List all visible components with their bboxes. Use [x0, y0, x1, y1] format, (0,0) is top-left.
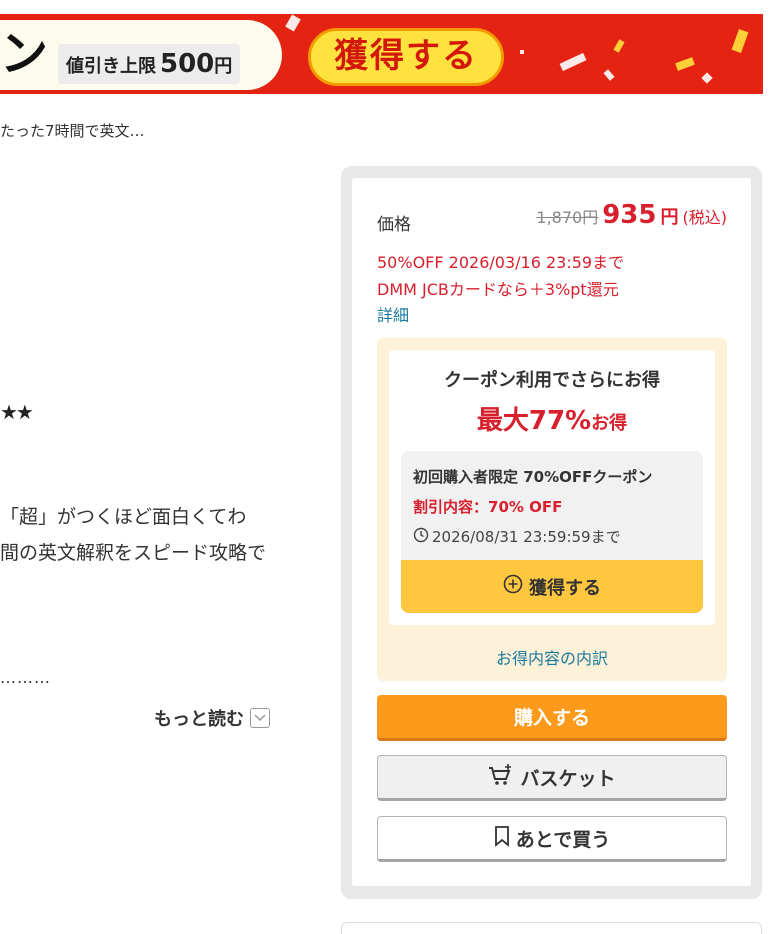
sale-period: 50%OFF 2026/03/16 23:59まで — [377, 253, 625, 272]
card-point-info: DMM JCBカードなら＋3%pt還元 — [377, 280, 619, 299]
breadcrumb[interactable]: たった7時間で英文… — [0, 120, 145, 141]
coupon-card: 初回購入者限定 70%OFFクーポン 割引内容：70% OFF 2026/08/… — [401, 451, 703, 613]
rating-stars: ★★ — [0, 400, 34, 424]
coupon-discount: 割引内容：70% OFF — [413, 498, 563, 516]
confetti-decoration — [520, 50, 524, 54]
banner-limit-amount: 500 — [160, 49, 215, 79]
buy-button[interactable]: 購入する — [377, 695, 727, 741]
description-line: 間の英文解釈をスピード攻略で — [0, 542, 267, 564]
benefit-breakdown-link[interactable]: お得内容の内訳 — [377, 645, 727, 669]
confetti-decoration — [559, 52, 587, 72]
current-price-unit: 円 — [660, 207, 679, 228]
coupon-expiry: 2026/08/31 23:59:59まで — [413, 526, 621, 547]
chevron-down-icon — [250, 708, 270, 728]
price-label: 価格 — [377, 215, 411, 235]
clock-icon — [413, 527, 429, 547]
coupon-name: 初回購入者限定 70%OFFクーポン — [413, 468, 653, 486]
next-panel-edge — [341, 922, 762, 934]
description-ellipsis: ……… — [0, 668, 51, 687]
buy-label: 購入する — [513, 707, 590, 729]
read-more-link[interactable]: もっと読む — [154, 705, 270, 731]
add-to-basket-button[interactable]: バスケット — [377, 755, 727, 801]
banner-left-panel: ン 値引き上限 500 円 — [0, 20, 282, 90]
coupon-max-pct: 最大77% — [476, 406, 592, 436]
banner-limit-badge: 値引き上限 500 円 — [58, 44, 241, 84]
confetti-decoration — [603, 69, 615, 81]
original-price: 1,870円 — [536, 208, 599, 227]
confetti-decoration — [701, 72, 713, 84]
read-more-label: もっと読む — [154, 709, 244, 730]
coupon-get-button[interactable]: 獲得する — [401, 560, 703, 613]
bookmark-icon — [494, 825, 510, 852]
buy-later-label: あとで買う — [515, 828, 611, 851]
coupon-max-suffix: お得 — [591, 413, 628, 434]
basket-label: バスケット — [520, 767, 616, 790]
confetti-decoration — [613, 39, 625, 53]
banner-limit-label: 値引き上限 — [66, 56, 156, 77]
banner-title-tail: ン — [0, 26, 49, 82]
price-values: 1,870円 935 円 (税込) — [536, 200, 727, 230]
coupon-max-discount: 最大77%お得 — [389, 400, 715, 437]
coupon-get-label: 獲得する — [529, 577, 601, 599]
campaign-banner[interactable]: ン 値引き上限 500 円 獲得する — [0, 14, 763, 94]
banner-limit-unit: 円 — [214, 56, 233, 77]
buy-later-button[interactable]: あとで買う — [377, 816, 727, 862]
coupon-expiry-text: 2026/08/31 23:59:59まで — [432, 528, 621, 546]
cart-plus-icon — [488, 763, 514, 792]
coupon-heading: クーポン利用でさらにお得 — [444, 370, 660, 391]
confetti-decoration — [675, 57, 695, 71]
confetti-decoration — [731, 28, 749, 54]
plus-circle-icon — [503, 574, 523, 599]
confetti-decoration — [285, 14, 301, 32]
detail-link[interactable]: 詳細 — [377, 302, 409, 326]
description-line: 「超」がつくほど面白くてわ — [0, 506, 247, 528]
tax-note: (税込) — [682, 208, 728, 227]
price-row: 価格 1,870円 935 円 (税込) — [377, 200, 727, 240]
current-price: 935 — [602, 200, 657, 230]
banner-get-button[interactable]: 獲得する — [308, 28, 504, 86]
